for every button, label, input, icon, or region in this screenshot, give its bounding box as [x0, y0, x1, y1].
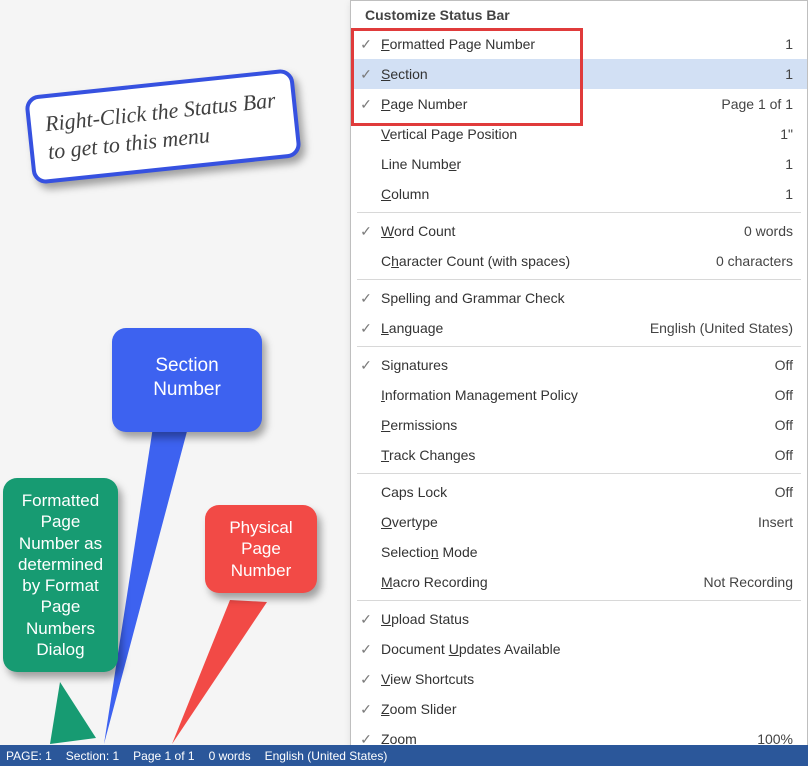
check-icon: ✓: [351, 611, 381, 628]
status-words[interactable]: 0 words: [209, 749, 251, 763]
callout-text: Physical Page Number: [229, 518, 292, 580]
menu-item[interactable]: ✓View Shortcuts: [351, 664, 807, 694]
menu-item-label: Formatted Page Number: [381, 36, 785, 52]
menu-item-value: 1: [785, 36, 793, 52]
menu-item-value: 1: [785, 186, 793, 202]
menu-item-label: Spelling and Grammar Check: [381, 290, 793, 306]
menu-item-label: Line Number: [381, 156, 785, 172]
menu-item-label: Information Management Policy: [381, 387, 775, 403]
menu-item[interactable]: Track ChangesOff: [351, 440, 807, 470]
menu-separator: [357, 473, 801, 474]
menu-item-label: Language: [381, 320, 650, 336]
menu-item-value: 1: [785, 156, 793, 172]
menu-item[interactable]: ✓Page NumberPage 1 of 1: [351, 89, 807, 119]
menu-item-value: 0 characters: [716, 253, 793, 269]
menu-item-label: Permissions: [381, 417, 775, 433]
menu-item-value: Off: [775, 357, 793, 373]
menu-item[interactable]: Information Management PolicyOff: [351, 380, 807, 410]
menu-item-label: Signatures: [381, 357, 775, 373]
menu-item[interactable]: ✓Word Count0 words: [351, 216, 807, 246]
callout-section-number: Section Number: [112, 328, 262, 432]
menu-item[interactable]: ✓Formatted Page Number1: [351, 29, 807, 59]
menu-item[interactable]: ✓LanguageEnglish (United States): [351, 313, 807, 343]
menu-item-label: Selection Mode: [381, 544, 793, 560]
check-icon: ✓: [351, 96, 381, 113]
menu-item-value: 1": [780, 126, 793, 142]
status-language[interactable]: English (United States): [265, 749, 388, 763]
menu-item-label: Column: [381, 186, 785, 202]
menu-item-value: Off: [775, 387, 793, 403]
menu-item-label: View Shortcuts: [381, 671, 793, 687]
menu-item[interactable]: Column1: [351, 179, 807, 209]
menu-separator: [357, 279, 801, 280]
menu-item-value: Not Recording: [704, 574, 794, 590]
menu-item[interactable]: ✓SignaturesOff: [351, 350, 807, 380]
menu-item[interactable]: Vertical Page Position1": [351, 119, 807, 149]
status-bar[interactable]: PAGE: 1 Section: 1 Page 1 of 1 0 words E…: [0, 745, 808, 766]
callout-formatted-page-number: Formatted Page Number as determined by F…: [3, 478, 118, 672]
status-section[interactable]: Section: 1: [66, 749, 119, 763]
menu-item[interactable]: Macro RecordingNot Recording: [351, 567, 807, 597]
check-icon: ✓: [351, 701, 381, 718]
callout-physical-page-number: Physical Page Number: [205, 505, 317, 593]
menu-item-value: Insert: [758, 514, 793, 530]
menu-item-label: Word Count: [381, 223, 744, 239]
menu-separator: [357, 212, 801, 213]
check-icon: ✓: [351, 320, 381, 337]
menu-item[interactable]: ✓Section1: [351, 59, 807, 89]
menu-item-label: Zoom Slider: [381, 701, 793, 717]
menu-item[interactable]: ✓Spelling and Grammar Check: [351, 283, 807, 313]
menu-item-value: 1: [785, 66, 793, 82]
menu-item-value: Off: [775, 484, 793, 500]
status-page-of[interactable]: Page 1 of 1: [133, 749, 194, 763]
menu-item-value: 0 words: [744, 223, 793, 239]
menu-item-label: Overtype: [381, 514, 758, 530]
check-icon: ✓: [351, 357, 381, 374]
menu-item-label: Caps Lock: [381, 484, 775, 500]
menu-item-value: English (United States): [650, 320, 793, 336]
menu-item[interactable]: Selection Mode: [351, 537, 807, 567]
menu-separator: [357, 346, 801, 347]
menu-item-label: Document Updates Available: [381, 641, 793, 657]
callout-text: Formatted Page Number as determined by F…: [18, 491, 103, 659]
menu-separator: [357, 600, 801, 601]
menu-item-label: Track Changes: [381, 447, 775, 463]
callout-text: Section Number: [153, 355, 221, 400]
menu-item-value: Off: [775, 417, 793, 433]
menu-item-label: Section: [381, 66, 785, 82]
menu-item[interactable]: Character Count (with spaces)0 character…: [351, 246, 807, 276]
menu-item[interactable]: OvertypeInsert: [351, 507, 807, 537]
check-icon: ✓: [351, 290, 381, 307]
menu-item-label: Page Number: [381, 96, 721, 112]
menu-item-label: Vertical Page Position: [381, 126, 780, 142]
menu-item-value: Off: [775, 447, 793, 463]
menu-item[interactable]: ✓Zoom Slider: [351, 694, 807, 724]
menu-item[interactable]: ✓Document Updates Available: [351, 634, 807, 664]
menu-item-label: Character Count (with spaces): [381, 253, 716, 269]
menu-item-label: Macro Recording: [381, 574, 704, 590]
check-icon: ✓: [351, 671, 381, 688]
menu-item[interactable]: Caps LockOff: [351, 477, 807, 507]
status-page[interactable]: PAGE: 1: [6, 749, 52, 763]
menu-item[interactable]: PermissionsOff: [351, 410, 807, 440]
instruction-callout: Right-Click the Status Bar to get to thi…: [24, 68, 302, 185]
instruction-text: Right-Click the Status Bar to get to thi…: [44, 87, 277, 163]
check-icon: ✓: [351, 66, 381, 83]
menu-item-label: Upload Status: [381, 611, 793, 627]
check-icon: ✓: [351, 223, 381, 240]
menu-title: Customize Status Bar: [351, 1, 807, 29]
menu-item-value: Page 1 of 1: [721, 96, 793, 112]
customize-status-bar-menu[interactable]: Customize Status Bar ✓Formatted Page Num…: [350, 0, 808, 755]
menu-item[interactable]: Line Number1: [351, 149, 807, 179]
check-icon: ✓: [351, 641, 381, 658]
menu-item[interactable]: ✓Upload Status: [351, 604, 807, 634]
check-icon: ✓: [351, 36, 381, 53]
